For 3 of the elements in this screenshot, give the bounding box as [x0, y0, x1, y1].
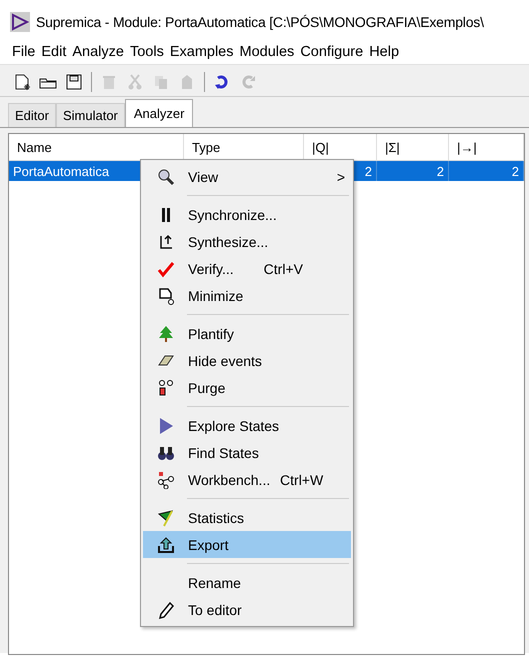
table-cell: 2 [377, 161, 449, 181]
table-cell: 2 [449, 161, 524, 181]
window-title: Supremica - Module: PortaAutomatica [C:\PÓS\MONOGRAFIA\Exemplos\ [36, 14, 484, 30]
